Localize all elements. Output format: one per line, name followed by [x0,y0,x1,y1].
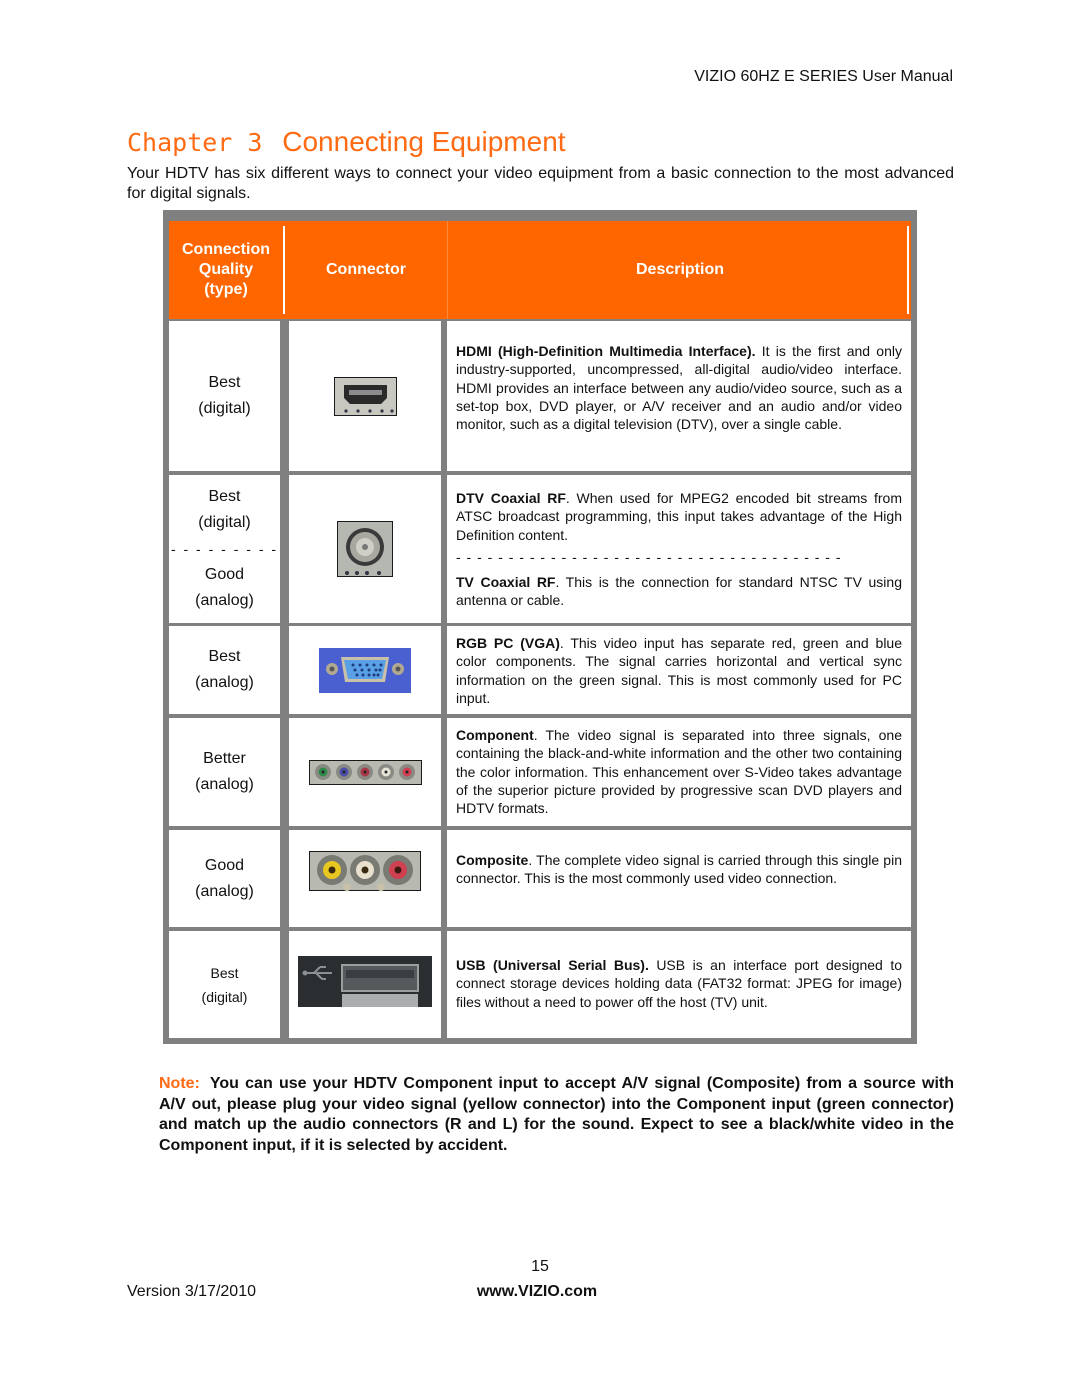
running-header: VIZIO 60HZ E SERIES User Manual [694,68,953,85]
quality-label: Best [208,374,241,391]
description-title: RGB PC (VGA) [456,635,560,651]
quality-type: (digital) [198,400,251,417]
chapter-title: Connecting Equipment [282,126,566,157]
table-header: Connection Quality (type) Connector Desc… [169,221,911,319]
intro-paragraph: Your HDTV has six different ways to conn… [127,165,954,202]
table-row-hdmi-description: HDMI (High-Definition Multimedia Interfa… [447,321,911,471]
quality-type: (analog) [195,882,254,900]
note-paragraph: Note: You can use your HDTV Component inp… [159,1074,954,1156]
description-title-secondary: TV Coaxial RF [456,574,556,591]
table-row-hdmi-quality: Best (digital) [169,321,280,471]
note-text: You can use your HDTV Component input to… [159,1075,954,1154]
composite-ports-icon [309,850,421,891]
table-row-usb-description: USB (Universal Serial Bus). USB is an in… [447,931,911,1038]
header-quality-line2: Quality [198,261,254,278]
website-footer: www.VIZIO.com [0,1283,1080,1301]
header-connection-quality: Connection Quality (type) [169,226,285,314]
quality-type: (digital) [198,514,251,531]
header-connector: Connector [326,261,406,278]
quality-label-secondary: Good [204,566,245,583]
quality-label: Better [203,750,246,767]
table-row-vga-quality: Best (analog) [169,626,280,714]
chapter-heading: Chapter 3 Connecting Equipment [127,126,566,158]
table-row-coaxial-connector [289,475,441,623]
quality-label: Good [204,856,245,874]
quality-label: Best [208,648,241,665]
quality-type: (digital) [201,988,248,1005]
header-quality-line1: Connection [182,241,270,258]
quality-type: (analog) [195,674,254,691]
connection-table: Connection Quality (type) Connector Desc… [163,210,917,1044]
description-separator: - - - - - - - - - - - - - - - - - - - - … [456,548,842,565]
table-row-component-connector [289,718,441,826]
chapter-label: Chapter 3 [127,128,263,157]
table-row-component-description: Component. The video signal is separated… [447,718,911,826]
header-quality-line3: (type) [204,281,248,298]
component-ports-icon [308,759,422,785]
note-label: Note: [159,1075,200,1092]
header-divider [907,226,909,314]
table-row-usb-quality: Best (digital) [169,931,280,1038]
table-row-composite-description: Composite. The complete video signal is … [447,830,911,927]
hdmi-port-icon [333,376,397,416]
header-description: Description [447,221,912,319]
description-title: USB (Universal Serial Bus). [456,957,649,973]
table-row-vga-connector [289,626,441,714]
page-number: 15 [531,1258,549,1275]
website-link[interactable]: www.VIZIO.com [477,1283,597,1300]
description-title: Composite [456,852,529,868]
table-row-coaxial-description: DTV Coaxial RF. When used for MPEG2 enco… [447,475,911,623]
table-row-composite-connector [289,830,441,927]
quality-separator: - - - - - - - - - [170,541,279,557]
description-title: Component [456,727,534,743]
usb-port-icon [298,956,432,1007]
table-row-composite-quality: Good (analog) [169,830,280,927]
table-row-coaxial-quality: Best (digital) - - - - - - - - - Good (a… [169,475,280,623]
vga-port-icon [319,647,411,693]
table-row-component-quality: Better (analog) [169,718,280,826]
description-title: DTV Coaxial RF [456,490,566,506]
table-row-hdmi-connector [289,321,441,471]
table-row-usb-connector [289,931,441,1038]
quality-type: (analog) [195,776,254,793]
coaxial-rf-port-icon [337,521,393,577]
quality-label: Best [210,964,239,981]
quality-type-secondary: (analog) [195,592,254,609]
quality-label: Best [208,488,241,505]
table-row-vga-description: RGB PC (VGA). This video input has separ… [447,626,911,714]
description-title: HDMI (High-Definition Multimedia Interfa… [456,343,756,359]
